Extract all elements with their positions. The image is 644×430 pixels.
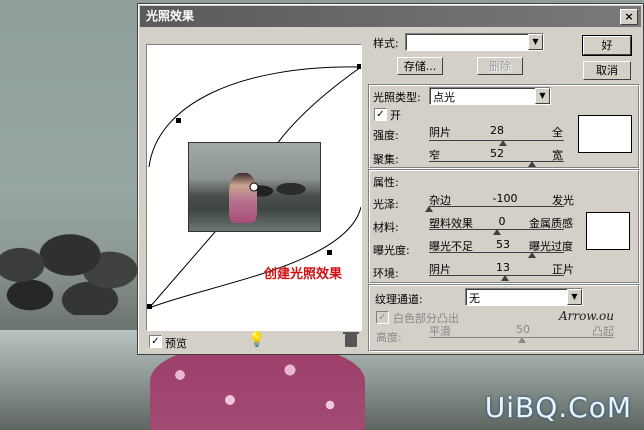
preview-checkbox[interactable]: ✓ <box>149 335 162 348</box>
focus-label: 聚集: <box>373 153 399 166</box>
exposure-label: 曝光度: <box>373 244 410 257</box>
style-select[interactable]: ▼ <box>405 33 544 51</box>
exposure-slider[interactable] <box>429 247 564 259</box>
gloss-label: 光泽: <box>373 198 399 211</box>
ambient-color-swatch[interactable] <box>586 212 630 250</box>
exposure-slider-thumb[interactable] <box>527 252 536 258</box>
signature-text: Arrow.ou <box>559 309 614 323</box>
intensity-slider[interactable] <box>429 135 564 147</box>
close-icon[interactable]: × <box>620 9 638 25</box>
ambience-slider-thumb[interactable] <box>500 275 509 281</box>
preview-pane[interactable]: 创建光照效果 <box>146 44 362 331</box>
intensity-label: 强度: <box>373 129 399 142</box>
material-slider-thumb[interactable] <box>492 229 501 235</box>
light-type-value: 点光 <box>433 91 455 104</box>
height-slider-thumb[interactable] <box>517 337 526 343</box>
material-label: 材料: <box>373 221 399 234</box>
focus-slider[interactable] <box>429 156 564 168</box>
light-center-handle[interactable] <box>249 182 259 192</box>
light-color-swatch[interactable] <box>578 115 632 153</box>
material-slider[interactable] <box>429 224 564 236</box>
ok-button[interactable]: 好 <box>582 35 632 56</box>
texture-label: 纹理通道: <box>375 293 423 306</box>
on-checkbox[interactable]: ✓ <box>374 108 387 121</box>
gloss-slider[interactable] <box>425 201 564 213</box>
ambience-label: 环境: <box>373 267 399 280</box>
light-center-overlay <box>249 182 259 192</box>
lighting-effects-dialog: 光照效果 × 创建光照效果 ✓ 预览 💡 样式: ▼ 存储... 删除 好 取消… <box>137 3 644 355</box>
chevron-down-icon[interactable]: ▼ <box>567 289 582 305</box>
properties-label: 属性: <box>373 176 399 189</box>
focus-slider-thumb[interactable] <box>527 161 536 167</box>
intensity-slider-thumb[interactable] <box>499 140 508 146</box>
height-label: 高度: <box>376 331 402 344</box>
dialog-title: 光照效果 <box>146 9 195 23</box>
save-style-button[interactable]: 存储... <box>397 57 443 75</box>
delete-style-button[interactable]: 删除 <box>477 57 523 75</box>
chevron-down-icon[interactable]: ▼ <box>535 88 550 104</box>
gloss-slider-thumb[interactable] <box>425 206 433 212</box>
style-label: 样式: <box>373 37 399 50</box>
chevron-down-icon[interactable]: ▼ <box>528 34 543 50</box>
preview-label: 预览 <box>165 337 187 350</box>
on-label: 开 <box>390 109 401 122</box>
light-bulb-icon[interactable]: 💡 <box>248 332 265 348</box>
white-high-checkbox[interactable]: ✓ <box>376 311 389 324</box>
preview-toolbar: ✓ 预览 💡 <box>146 332 360 350</box>
annotation-text: 创建光照效果 <box>264 267 343 282</box>
trash-icon[interactable] <box>343 332 359 347</box>
dialog-titlebar[interactable]: 光照效果 × <box>140 6 641 27</box>
light-type-label: 光照类型: <box>373 91 421 104</box>
watermark: UiBQ.CoM <box>484 391 632 424</box>
cancel-button[interactable]: 取消 <box>583 61 631 80</box>
light-type-select[interactable]: 点光 ▼ <box>429 87 551 105</box>
height-slider[interactable] <box>429 332 614 344</box>
ambience-slider[interactable] <box>429 270 564 282</box>
background-skirt <box>150 345 365 430</box>
texture-channel-select[interactable]: 无 ▼ <box>465 288 583 306</box>
texture-value: 无 <box>469 292 480 305</box>
